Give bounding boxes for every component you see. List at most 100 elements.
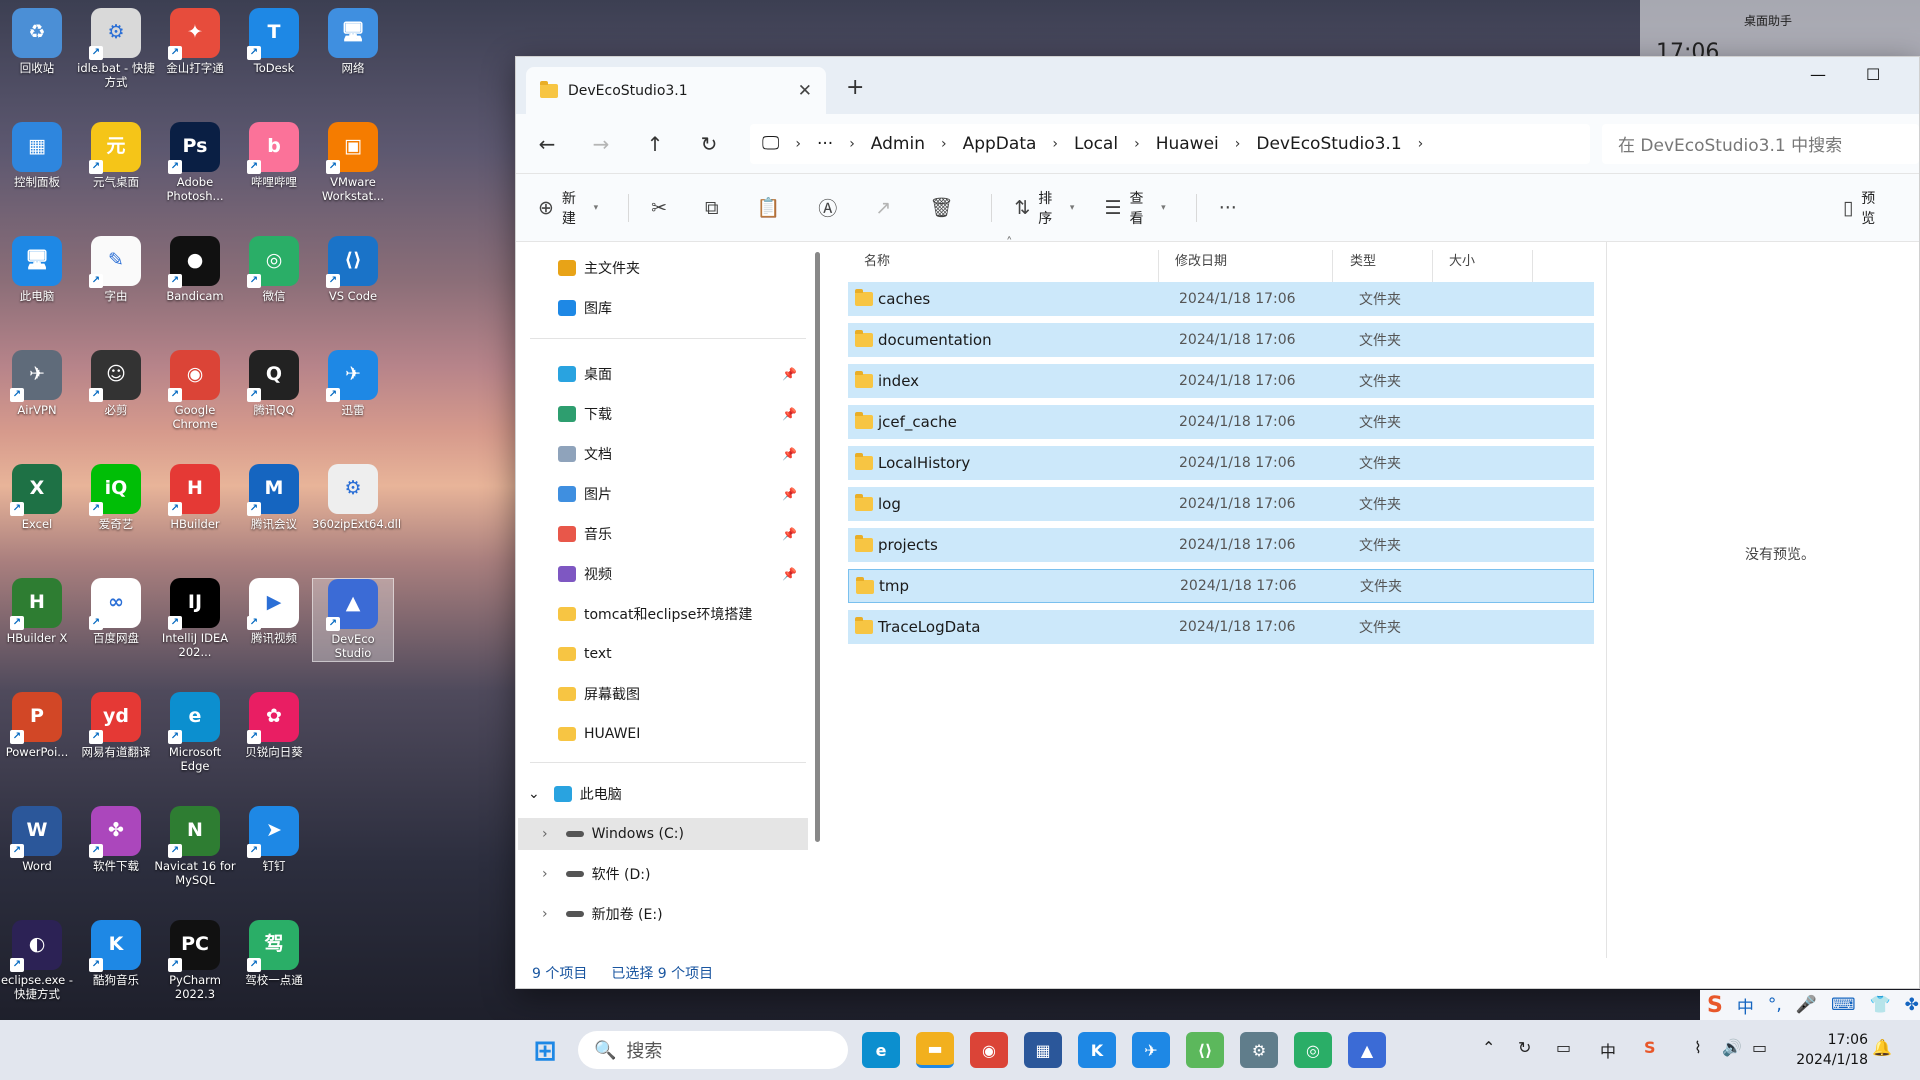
taskbar-app-chrome[interactable]: ◉	[970, 1032, 1008, 1068]
ime-button-1[interactable]: 中	[1737, 993, 1754, 1018]
taskbar-app-explorer[interactable]: ▬	[916, 1032, 954, 1068]
desktop-icon-21[interactable]: iQ爱奇艺	[75, 464, 157, 531]
new-button[interactable]: ⊕ 新建 ▾	[538, 188, 598, 228]
chevron-down-icon[interactable]: ⌄	[528, 786, 540, 802]
desktop-icon-38[interactable]: ➤钉钉	[233, 806, 315, 873]
refresh-icon[interactable]: ↻	[686, 132, 732, 156]
breadcrumb-2[interactable]: Local	[1074, 134, 1118, 154]
sogou-icon[interactable]: S	[1644, 1038, 1656, 1057]
ime-button-2[interactable]: °,	[1768, 995, 1782, 1015]
desktop-icon-6[interactable]: 元元气桌面	[75, 122, 157, 189]
sidebar-item-drive-0[interactable]: › Windows (C:)	[518, 818, 808, 850]
sidebar-item-quick-2[interactable]: 文档 📌	[558, 438, 803, 470]
taskbar-app-settings[interactable]: ⚙	[1240, 1032, 1278, 1068]
sidebar-item-top-1[interactable]: 图库	[558, 292, 803, 324]
ime-button-3[interactable]: 🎤	[1796, 995, 1817, 1015]
sidebar-item-drive-2[interactable]: › 新加卷 (E:)	[518, 898, 808, 930]
address-bar[interactable]: 🖵 › ··· › Admin › AppData › Local › Huawei › DevE…	[750, 123, 1590, 164]
desktop-icon-30[interactable]: PPowerPoi...	[0, 692, 78, 759]
copy-button[interactable]: ⧉	[705, 197, 727, 219]
sidebar-item-quick-9[interactable]: HUAWEI	[558, 718, 803, 750]
taskbar-app-deveco[interactable]: ▲	[1348, 1032, 1386, 1068]
sidebar-item-quick-3[interactable]: 图片 📌	[558, 478, 803, 510]
sidebar-item-quick-5[interactable]: 视频 📌	[558, 558, 803, 590]
file-row[interactable]: LocalHistory 2024/1/18 17:06 文件夹	[848, 446, 1594, 480]
taskbar-app-xunlei[interactable]: ✈	[1132, 1032, 1170, 1068]
desktop-icon-28[interactable]: ▶腾讯视频	[233, 578, 315, 645]
tab-deveco[interactable]: DevEcoStudio3.1 ✕	[526, 67, 826, 114]
chevron-up-icon[interactable]: ⌃	[1482, 1038, 1495, 1057]
taskbar-search[interactable]: 🔍 搜索	[578, 1031, 848, 1069]
taskbar-app-devtool[interactable]: ⟨⟩	[1186, 1032, 1224, 1068]
desktop-icon-36[interactable]: ✤软件下载	[75, 806, 157, 873]
search-input[interactable]: 在 DevEcoStudio3.1 中搜索	[1602, 123, 1919, 164]
new-tab-icon[interactable]: +	[846, 75, 864, 100]
ime-toolbar[interactable]: S 中 °, 🎤 ⌨ 👕 ✤	[1700, 990, 1920, 1020]
sidebar-item-quick-0[interactable]: 桌面 📌	[558, 358, 803, 390]
desktop-icon-20[interactable]: XExcel	[0, 464, 78, 531]
forward-icon[interactable]: →	[578, 132, 624, 156]
file-row[interactable]: tmp 2024/1/18 17:06 文件夹	[848, 569, 1594, 603]
column-header-1[interactable]: 修改日期	[1175, 250, 1227, 269]
desktop-icon-2[interactable]: ✦金山打字通	[154, 8, 236, 75]
cut-button[interactable]: ✂	[651, 197, 675, 219]
desktop-icon-14[interactable]: ⟨⟩VS Code	[312, 236, 394, 303]
desktop-icon-37[interactable]: NNavicat 16 for MySQL	[154, 806, 236, 888]
desktop-icon-33[interactable]: ✿贝锐向日葵	[233, 692, 315, 759]
sidebar-item-quick-8[interactable]: 屏幕截图	[558, 678, 803, 710]
delete-button[interactable]: 🗑	[929, 196, 961, 219]
chevron-right-icon[interactable]: ›	[542, 826, 548, 842]
breadcrumb-4[interactable]: DevEcoStudio3.1	[1256, 134, 1401, 154]
desktop-icon-10[interactable]: 🖥 此电脑	[0, 236, 78, 303]
desktop-icon-29[interactable]: ▲DevEco Studio	[312, 578, 394, 662]
file-row[interactable]: index 2024/1/18 17:06 文件夹	[848, 364, 1594, 398]
tablet-icon[interactable]: ▭	[1556, 1038, 1571, 1057]
desktop-icon-41[interactable]: K酷狗音乐	[75, 920, 157, 987]
desktop-icon-35[interactable]: WWord	[0, 806, 78, 873]
wifi-icon[interactable]: ⌇	[1694, 1038, 1702, 1057]
share-button[interactable]: ↗	[875, 197, 899, 219]
ime-indicator[interactable]: 中	[1600, 1038, 1616, 1062]
desktop-icon-13[interactable]: ◎微信	[233, 236, 315, 303]
desktop-icon-23[interactable]: M腾讯会议	[233, 464, 315, 531]
sidebar-item-drive-1[interactable]: › 软件 (D:)	[518, 858, 808, 890]
desktop-icon-9[interactable]: ▣VMware Workstat...	[312, 122, 394, 204]
breadcrumb-1[interactable]: AppData	[963, 134, 1037, 154]
ime-button-5[interactable]: 👕	[1869, 995, 1890, 1015]
sort-button[interactable]: ⇅ 排序 ▾	[1014, 188, 1074, 228]
desktop-icon-27[interactable]: IJIntelliJ IDEA 202...	[154, 578, 236, 660]
desktop-icon-43[interactable]: 驾驾校一点通	[233, 920, 315, 987]
desktop-icon-15[interactable]: ✈AirVPN	[0, 350, 78, 417]
chevron-right-icon[interactable]: ›	[542, 906, 548, 922]
start-windows-icon[interactable]: ⊞	[526, 1032, 564, 1068]
desktop-icon-24[interactable]: ⚙ 360zipExt64.dll	[312, 464, 401, 531]
battery-icon[interactable]: ▭	[1752, 1038, 1767, 1057]
breadcrumb-0[interactable]: Admin	[871, 134, 925, 154]
taskbar-app-edge[interactable]: e	[862, 1032, 900, 1068]
sidebar-item-quick-1[interactable]: 下载 📌	[558, 398, 803, 430]
desktop-icon-1[interactable]: ⚙idle.bat - 快捷方式	[75, 8, 157, 90]
file-row[interactable]: log 2024/1/18 17:06 文件夹	[848, 487, 1594, 521]
desktop-icon-17[interactable]: ◉Google Chrome	[154, 350, 236, 432]
up-icon[interactable]: ↑	[632, 132, 678, 156]
column-header-3[interactable]: 大小	[1449, 250, 1475, 269]
desktop-icon-12[interactable]: ●Bandicam	[154, 236, 236, 303]
desktop-icon-26[interactable]: ∞百度网盘	[75, 578, 157, 645]
sidebar-item-top-0[interactable]: 主文件夹	[558, 252, 803, 284]
taskbar-app-wechat[interactable]: ◎	[1294, 1032, 1332, 1068]
more-path-icon[interactable]: ···	[817, 134, 833, 154]
clock[interactable]: 17:06 2024/1/18	[1796, 1030, 1868, 1070]
preview-button[interactable]: ▯ 预览	[1843, 188, 1889, 228]
desktop-icon-11[interactable]: ✎字由	[75, 236, 157, 303]
file-row[interactable]: jcef_cache 2024/1/18 17:06 文件夹	[848, 405, 1594, 439]
desktop-icon-18[interactable]: Q腾讯QQ	[233, 350, 315, 417]
close-tab-icon[interactable]: ✕	[798, 81, 812, 101]
desktop-icon-32[interactable]: eMicrosoft Edge	[154, 692, 236, 774]
desktop-icon-25[interactable]: HHBuilder X	[0, 578, 78, 645]
desktop-icon-3[interactable]: TToDesk	[233, 8, 315, 75]
sidebar-item-quick-6[interactable]: tomcat和eclipse环境搭建	[558, 598, 803, 630]
view-button[interactable]: ☰ 查看 ▾	[1104, 188, 1165, 228]
taskbar-app-kugou[interactable]: K	[1078, 1032, 1116, 1068]
back-icon[interactable]: ←	[524, 132, 570, 156]
desktop-icon-31[interactable]: yd网易有道翻译	[75, 692, 157, 759]
